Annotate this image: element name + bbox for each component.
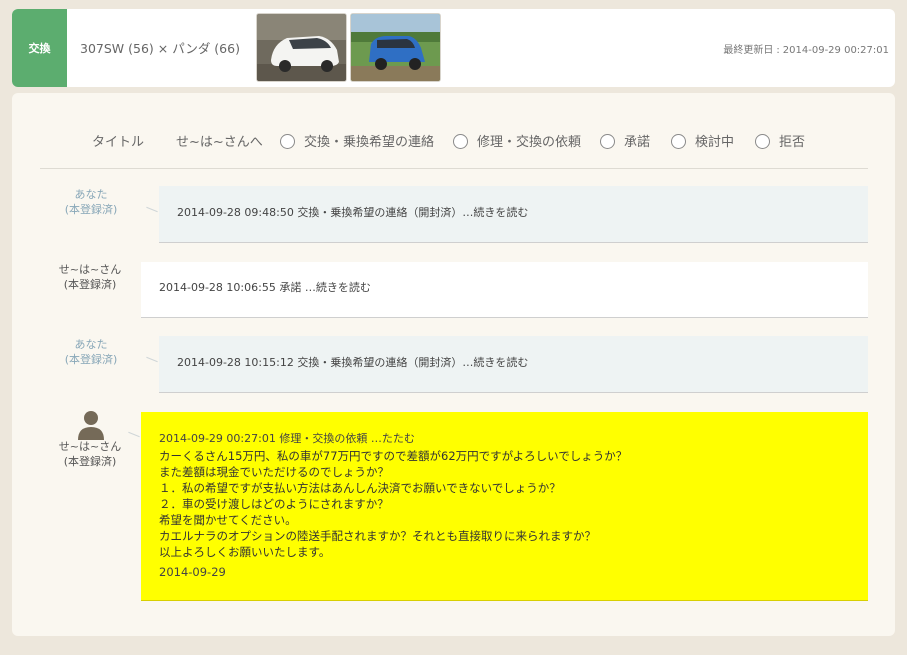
message-body: カーくるさん15万円、私の車が77万円ですので差額が62万円ですがよろしいでしょ… [159, 449, 628, 559]
message-summary[interactable]: 2014-09-28 10:06:55 承諾 …続きを読む [159, 279, 371, 295]
exchange-title[interactable]: 307SW (56) × パンダ (66) [80, 38, 240, 57]
sender-partner: せ~は~さん (本登録済) [58, 440, 122, 468]
message-item-expanded[interactable]: 2014-09-29 00:27:01 修理・交換の依頼 …たたむ カーくるさん… [141, 412, 868, 601]
sender-you: あなた (本登録済) [64, 188, 118, 216]
message-item[interactable]: 2014-09-28 10:06:55 承諾 …続きを読む [141, 262, 868, 318]
radio-circle-icon[interactable] [453, 134, 468, 149]
message-tail [128, 431, 140, 438]
radio-circle-icon[interactable] [600, 134, 615, 149]
radio-circle-icon[interactable] [280, 134, 295, 149]
last-updated-label: 最終更新日 [723, 45, 774, 56]
radio-considering[interactable]: 検討中 [671, 131, 734, 150]
radio-accept[interactable]: 承諾 [600, 131, 650, 150]
message-panel: タイトル せ~は~さんへ 交換・乗換希望の連絡 修理・交換の依頼 承諾 検討中 … [12, 93, 895, 636]
message-filter-row: タイトル せ~は~さんへ 交換・乗換希望の連絡 修理・交換の依頼 承諾 検討中 … [40, 125, 868, 169]
message-summary[interactable]: 2014-09-28 10:15:12 交換・乗換希望の連絡（開封済）…続きを読… [177, 354, 528, 370]
radio-reject[interactable]: 拒否 [755, 131, 805, 150]
white-car-image [257, 14, 346, 81]
radio-exchange-request[interactable]: 交換・乗換希望の連絡 [280, 131, 434, 150]
last-updated: 最終更新日:2014-09-29 00:27:01 [723, 41, 889, 56]
message-tail [146, 206, 158, 213]
car-thumbnail-panda[interactable] [350, 13, 441, 82]
filter-title-label: タイトル [92, 135, 145, 150]
radio-repair-request[interactable]: 修理・交換の依頼 [453, 131, 581, 150]
exchange-badge: 交換 [12, 9, 67, 87]
last-updated-value: 2014-09-29 00:27:01 [782, 45, 889, 56]
message-tail [146, 356, 158, 363]
user-avatar-icon [77, 410, 105, 440]
message-item[interactable]: 2014-09-28 10:15:12 交換・乗換希望の連絡（開封済）…続きを読… [159, 336, 868, 393]
radio-circle-icon[interactable] [755, 134, 770, 149]
blue-car-image [351, 14, 440, 81]
sender-you: あなた (本登録済) [64, 338, 118, 366]
message-date: 2014-09-29 [159, 565, 226, 579]
car-thumbnail-307sw[interactable] [256, 13, 347, 82]
radio-circle-icon[interactable] [671, 134, 686, 149]
sender-partner: せ~は~さん (本登録済) [58, 263, 122, 291]
message-item[interactable]: 2014-09-28 09:48:50 交換・乗換希望の連絡（開封済）…続きを読… [159, 186, 868, 243]
message-header[interactable]: 2014-09-29 00:27:01 修理・交換の依頼 …たたむ [159, 430, 415, 446]
last-updated-separator: : [776, 45, 780, 56]
exchange-header: 交換 307SW (56) × パンダ (66) 最終更新日:2014-09-2… [12, 9, 895, 87]
filter-recipient-label: せ~は~さんへ [176, 135, 263, 150]
message-summary[interactable]: 2014-09-28 09:48:50 交換・乗換希望の連絡（開封済）…続きを読… [177, 204, 528, 220]
